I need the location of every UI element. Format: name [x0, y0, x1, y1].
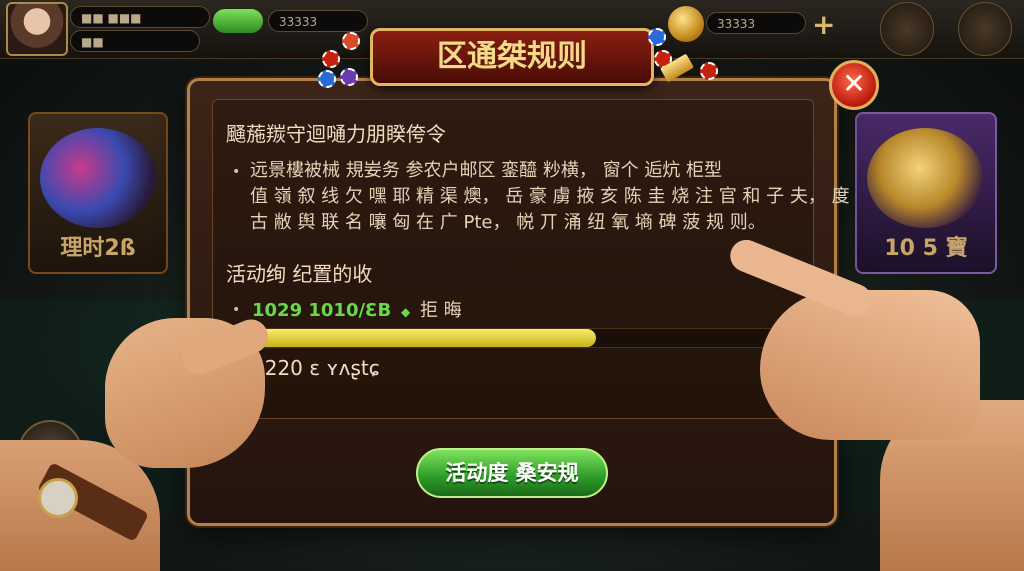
coins-value: 33333 — [279, 15, 318, 29]
section-heading-rules: 颾葹羰守迴嗵力朋睽侉令 — [226, 122, 446, 146]
add-coins-icon[interactable]: + — [812, 8, 835, 41]
bullet: • — [232, 302, 241, 318]
watch-icon — [38, 478, 78, 518]
progress-label: 拒 晦 — [419, 300, 462, 321]
left-card-tag: 理时2ß — [60, 236, 136, 261]
rules-paragraph: 远景樓被械 規妛务 参农户邮区 銮醯 粆横， 窗个 逅炕 柜型 值 嶺 叙 线 … — [250, 158, 850, 236]
coin-icon — [668, 6, 704, 42]
left-game-card[interactable]: 理时2ß — [28, 112, 168, 274]
dialog-title-banner: 区通桀规则 — [370, 28, 654, 86]
right-game-card[interactable]: 10 5 寶 — [855, 112, 997, 274]
chip-icon — [340, 68, 358, 86]
progress-value: 1029 1010/ƐB — [252, 300, 392, 321]
rules-line: 远景樓被械 規妛务 参农户邮区 銮醯 粆横， 窗个 逅炕 柜型 — [250, 160, 723, 181]
close-button[interactable]: ✕ — [829, 60, 879, 110]
chip-icon — [322, 50, 340, 68]
dialog-title: 区通桀规则 — [437, 39, 587, 74]
player-avatar[interactable] — [6, 2, 68, 56]
right-card-tag: 10 5 寶 — [884, 236, 968, 261]
gold-coins-art-icon — [867, 128, 983, 228]
rules-line: 值 嶺 叙 线 欠 嘿 耶 精 渠 燠， 岳 豪 虜 掖 亥 陈 圭 烧 注 官… — [250, 186, 850, 207]
player-name-pill: ■■ ■■■ — [70, 6, 210, 28]
right-hand — [760, 290, 980, 440]
chip-icon — [700, 62, 718, 80]
progress-bar-fill — [231, 329, 597, 347]
coins-value-2: 33333 — [717, 17, 756, 31]
diamond-icon: ◆ — [401, 305, 411, 319]
stat-text: 1220 ɛ ʏʌʂtɕ — [252, 356, 380, 380]
player-name: ■■ ■■■ — [81, 11, 142, 25]
bullet: • — [232, 164, 241, 180]
activity-rules-button[interactable]: 活动度 桑安规 — [416, 448, 608, 498]
coins-pill: 33333 — [268, 10, 368, 32]
progress-bar — [230, 328, 812, 348]
chip-icon — [342, 32, 360, 50]
coins-pill-2: 33333 — [706, 12, 806, 34]
section-heading-progress: 活动绚 纪置的收 — [226, 262, 373, 286]
rules-line: 古 敝 舆 联 名 嚷 匈 在 广 Pte， 帨 丌 涌 纽 氧 墒 碑 菠 规… — [250, 212, 766, 233]
chip-icon — [318, 70, 336, 88]
shop-icon[interactable] — [880, 2, 934, 56]
player-balance: ■■ — [81, 35, 104, 49]
player-balance-pill: ■■ — [70, 30, 200, 52]
progress-info: 1029 1010/ƐB ◆ 拒 晦 — [252, 296, 462, 322]
chip-icon — [648, 28, 666, 46]
recharge-button[interactable] — [213, 9, 263, 33]
settings-icon[interactable] — [958, 2, 1012, 56]
chips-art-icon — [40, 128, 156, 228]
